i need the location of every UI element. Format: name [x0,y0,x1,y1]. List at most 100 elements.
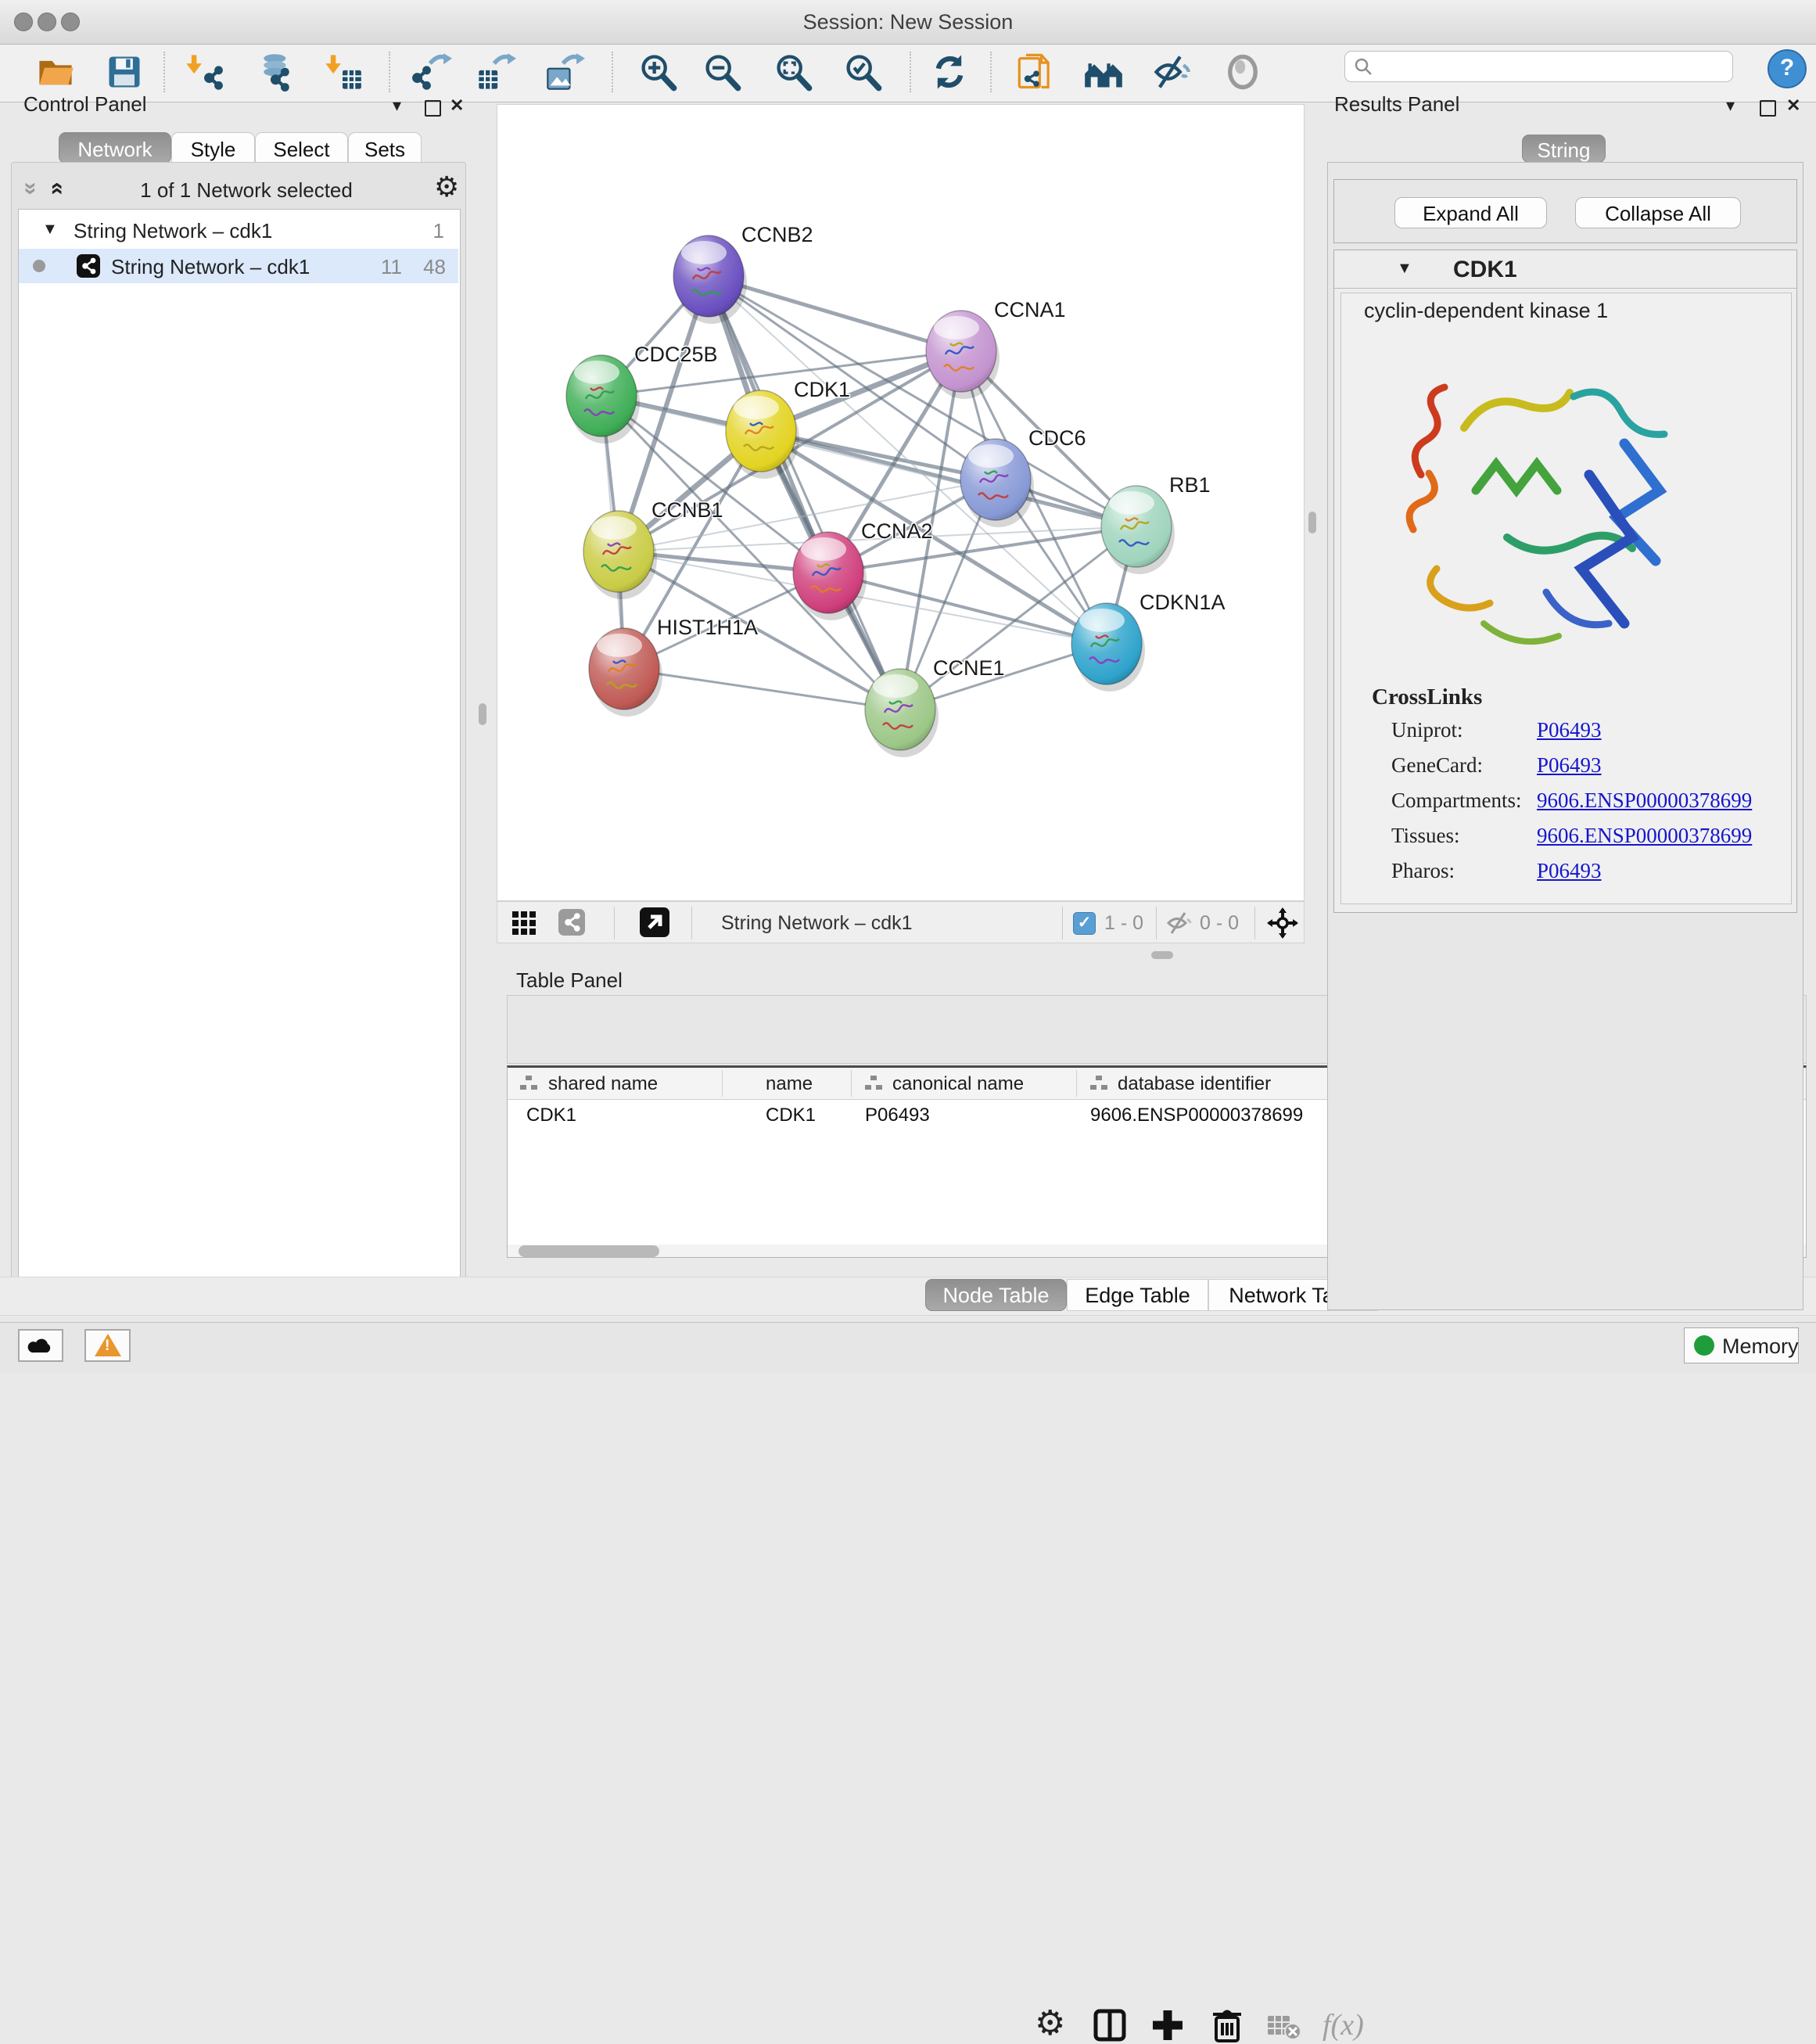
control-panel-close-icon[interactable]: ✕ [450,95,464,116]
show-columns-button[interactable] [1091,2006,1129,2044]
zoom-fit-button[interactable] [772,51,814,93]
import-network-button[interactable] [182,51,224,93]
warning-status-button[interactable] [84,1329,131,1362]
hide-selected-button[interactable] [1150,51,1193,93]
crosslink-pharos[interactable]: P06493 [1537,859,1602,883]
open-session-button[interactable] [34,51,77,93]
collapse-all-button[interactable]: Collapse All [1575,197,1741,228]
section-collapse-caret[interactable]: ▼ [1397,260,1412,278]
network-options-gear-icon[interactable]: ⚙ [434,171,459,203]
hidden-eye-slash-icon [1165,911,1192,935]
search-input[interactable] [1378,53,1725,78]
table-settings-gear-icon[interactable]: ⚙ [1035,2003,1065,2043]
tab-sets[interactable]: Sets [348,132,422,163]
eye-icon [1222,52,1263,92]
trash-icon [1208,2006,1246,2044]
horizontal-splitter-handle[interactable] [1151,951,1173,959]
selected-checkbox[interactable]: ✓ [1073,912,1096,935]
left-splitter-handle[interactable] [479,703,486,725]
zoom-in-button[interactable] [637,51,679,93]
save-session-button[interactable] [103,51,145,93]
crosslink-label: Compartments: [1391,789,1521,813]
tab-string[interactable]: String [1522,135,1606,163]
crosslink-tissues[interactable]: 9606.ENSP00000378699 [1537,824,1752,848]
grid-view-icon[interactable] [511,911,537,936]
network-node-CDKN1A[interactable] [1071,603,1145,692]
network-row[interactable]: String Network – cdk1 11 48 [19,249,458,283]
control-panel-menu-caret[interactable]: ▾ [393,95,401,116]
network-node-CDK1[interactable] [726,390,799,479]
network-node-CCNE1[interactable] [865,669,939,757]
right-splitter-handle[interactable] [1308,512,1316,533]
refresh-icon [929,52,970,92]
network-node-CCNB1[interactable] [583,511,657,599]
pan-crosshair-icon[interactable] [1267,907,1298,939]
export-network-button[interactable] [411,51,453,93]
network-collection-row[interactable]: ▼ String Network – cdk1 1 [19,214,458,249]
network-canvas[interactable]: CCNB2CCNA1CDC25BCDK1CDC6RB1CCNB1CCNA2CDK… [497,104,1305,901]
column-header[interactable]: name [766,1073,813,1095]
import-table-button[interactable] [321,51,364,93]
column-header[interactable]: shared name [548,1073,658,1095]
column-header[interactable]: canonical name [892,1073,1024,1095]
import-network-from-database-button[interactable] [250,51,292,93]
zoom-out-button[interactable] [701,51,743,93]
tab-network[interactable]: Network [59,132,171,163]
home-button[interactable] [1082,51,1125,93]
network-node-CCNB2[interactable] [673,235,747,324]
network-node-CDC25B[interactable] [566,355,640,444]
results-panel-float-icon[interactable] [1760,100,1776,117]
main-toolbar: ? [0,45,1816,102]
network-label: String Network – cdk1 [111,255,310,279]
table-panel-title: Table Panel [516,968,623,993]
cloud-status-button[interactable] [18,1329,63,1362]
expand-all-button[interactable]: Expand All [1394,197,1547,228]
delete-column-button[interactable] [1208,2006,1246,2044]
network-node-CDC6[interactable] [960,439,1034,527]
node-section-header[interactable]: ▼ CDK1 [1334,250,1796,289]
crosslink-uniprot[interactable]: P06493 [1537,718,1602,742]
crosslink-genecard[interactable]: P06493 [1537,753,1602,778]
memory-status-dot [1694,1335,1714,1356]
crosslink-compartments[interactable]: 9606.ENSP00000378699 [1537,789,1752,813]
refresh-button[interactable] [928,51,971,93]
network-node-RB1[interactable] [1101,486,1175,574]
export-table-button[interactable] [475,51,517,93]
tab-node-table[interactable]: Node Table [925,1279,1067,1311]
export-image-button[interactable] [544,51,586,93]
memory-button[interactable]: Memory [1684,1327,1799,1363]
column-resize-handle[interactable] [851,1070,852,1097]
add-column-button[interactable] [1149,2006,1186,2044]
delete-table-button[interactable] [1265,2006,1302,2044]
results-panel-close-icon[interactable]: ✕ [1786,95,1800,116]
tab-style[interactable]: Style [171,132,255,163]
column-header[interactable]: database identifier [1118,1073,1271,1095]
network-graph[interactable]: CCNB2CCNA1CDC25BCDK1CDC6RB1CCNB1CCNA2CDK… [497,105,1304,900]
crosslink-label: GeneCard: [1391,753,1483,778]
network-view-share-icon[interactable] [558,909,585,936]
help-button[interactable]: ? [1768,49,1807,88]
control-panel-float-icon[interactable] [425,100,441,117]
table-hscrollbar-thumb[interactable] [519,1245,659,1257]
collapse-all-icon[interactable]: » [17,182,44,196]
detach-view-icon[interactable] [640,907,669,937]
tab-select[interactable]: Select [255,132,348,163]
results-panel-menu-caret[interactable]: ▾ [1726,95,1735,116]
status-bar: Memory [0,1322,1816,1373]
save-icon [104,52,145,92]
expand-all-icon[interactable]: » [42,182,69,196]
show-hidden-button[interactable] [1222,51,1264,93]
network-node-HIST1H1A[interactable] [589,628,662,717]
columns-icon [1091,2006,1129,2044]
column-resize-handle[interactable] [722,1070,723,1097]
tree-expander-icon[interactable]: ▼ [42,221,58,239]
cell-canonical-name: P06493 [865,1105,930,1126]
crosslink-label: Pharos: [1391,859,1455,883]
tab-edge-table[interactable]: Edge Table [1067,1279,1208,1311]
network-node-CCNA1[interactable] [926,311,1000,399]
zoom-selected-button[interactable] [842,51,884,93]
share-document-button[interactable] [1015,51,1057,93]
crosslink-label: Uniprot: [1391,718,1463,742]
function-builder-icon[interactable]: f(x) [1323,2008,1364,2042]
column-resize-handle[interactable] [1076,1070,1077,1097]
